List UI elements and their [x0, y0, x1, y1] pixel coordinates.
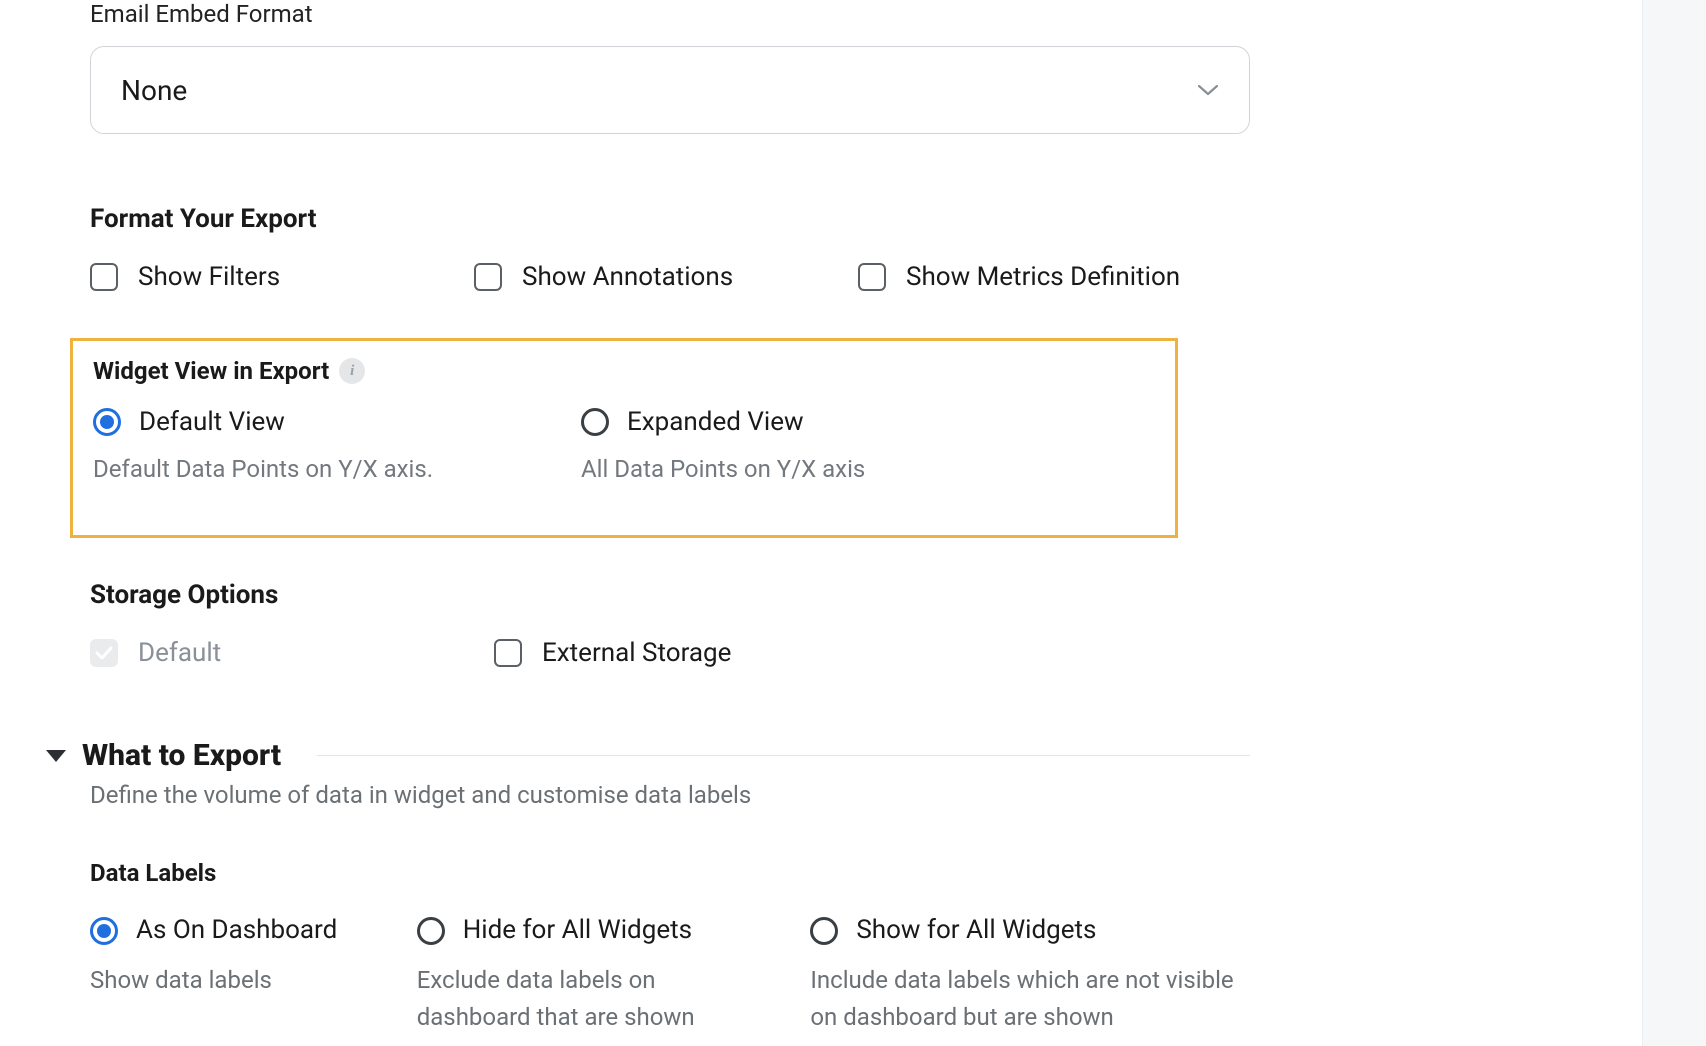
format-your-export-heading: Format Your Export — [90, 204, 1250, 234]
default-view-radio[interactable]: Default View — [93, 407, 533, 437]
radio-unselected-icon — [417, 917, 445, 945]
show-metrics-definition-option[interactable]: Show Metrics Definition — [858, 262, 1180, 292]
info-icon[interactable]: i — [339, 358, 365, 384]
radio-selected-icon — [93, 408, 121, 436]
checkbox-unchecked-icon — [858, 263, 886, 291]
divider — [317, 755, 1250, 756]
show-filters-option[interactable]: Show Filters — [90, 262, 410, 292]
email-embed-format-label: Email Embed Format — [90, 0, 1250, 28]
chevron-down-icon — [1197, 83, 1219, 97]
radio-unselected-icon — [810, 917, 838, 945]
expanded-view-desc: All Data Points on Y/X axis — [581, 451, 981, 487]
what-to-export-header[interactable]: What to Export — [46, 738, 1250, 773]
as-on-dashboard-radio[interactable]: As On Dashboard — [90, 913, 377, 948]
expanded-view-radio[interactable]: Expanded View — [581, 407, 981, 437]
hide-for-all-desc: Exclude data labels on dashboard that ar… — [417, 962, 771, 1036]
as-on-dashboard-label: As On Dashboard — [136, 913, 337, 948]
show-for-all-label: Show for All Widgets — [856, 913, 1096, 948]
checkbox-unchecked-icon — [474, 263, 502, 291]
show-for-all-desc: Include data labels which are not visibl… — [810, 962, 1250, 1036]
what-to-export-title: What to Export — [82, 738, 281, 773]
checkbox-unchecked-icon — [90, 263, 118, 291]
show-annotations-option[interactable]: Show Annotations — [474, 262, 794, 292]
email-embed-format-value: None — [121, 74, 187, 107]
triangle-down-icon — [46, 750, 66, 762]
storage-default-option: Default — [90, 638, 430, 668]
storage-options-heading: Storage Options — [90, 580, 1250, 610]
default-view-label: Default View — [139, 407, 285, 437]
radio-unselected-icon — [581, 408, 609, 436]
hide-for-all-radio[interactable]: Hide for All Widgets — [417, 913, 771, 948]
data-labels-heading: Data Labels — [90, 859, 1250, 887]
checkbox-unchecked-icon — [494, 639, 522, 667]
storage-external-option[interactable]: External Storage — [494, 638, 834, 668]
show-annotations-label: Show Annotations — [522, 262, 733, 292]
widget-view-heading: Widget View in Export — [93, 357, 329, 385]
as-on-dashboard-desc: Show data labels — [90, 962, 377, 999]
what-to-export-desc: Define the volume of data in widget and … — [90, 781, 1250, 809]
show-filters-label: Show Filters — [138, 262, 280, 292]
expanded-view-label: Expanded View — [627, 407, 804, 437]
hide-for-all-label: Hide for All Widgets — [463, 913, 692, 948]
storage-default-label: Default — [138, 638, 221, 668]
checkbox-checked-disabled-icon — [90, 639, 118, 667]
show-for-all-radio[interactable]: Show for All Widgets — [810, 913, 1250, 948]
default-view-desc: Default Data Points on Y/X axis. — [93, 451, 533, 487]
radio-selected-icon — [90, 917, 118, 945]
right-side-strip — [1642, 0, 1706, 1046]
storage-external-label: External Storage — [542, 638, 731, 668]
show-metrics-definition-label: Show Metrics Definition — [906, 262, 1180, 292]
widget-view-highlight-box: Widget View in Export i Default View Def… — [70, 338, 1178, 538]
email-embed-format-select[interactable]: None — [90, 46, 1250, 134]
